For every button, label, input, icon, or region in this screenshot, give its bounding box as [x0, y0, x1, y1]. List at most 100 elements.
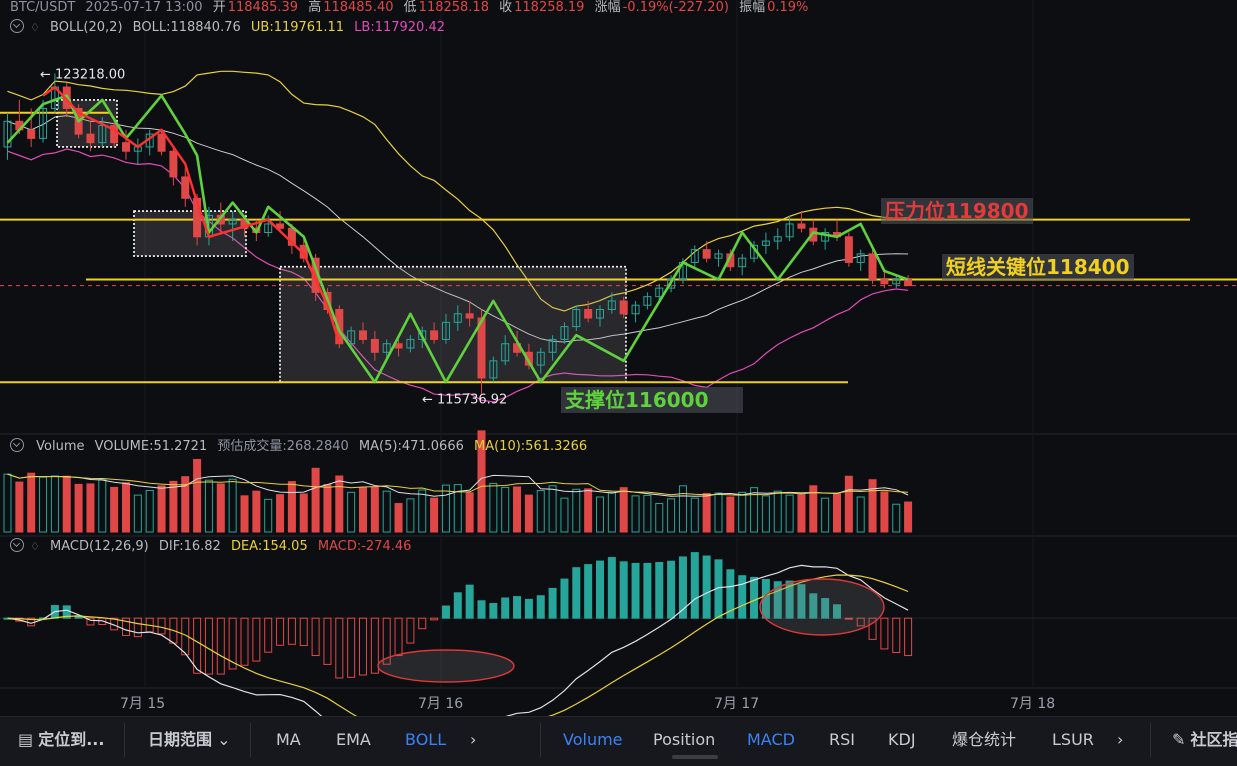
volume-bar [608, 492, 615, 532]
volume-bar [632, 496, 639, 532]
volume-bar [158, 486, 165, 532]
macd-histogram-bar [253, 618, 260, 661]
volume-bar [905, 502, 912, 532]
macd-histogram-bar [573, 568, 580, 618]
macd-histogram-bar [134, 618, 141, 636]
macd-value: MACD:-274.46 [318, 539, 412, 554]
indicator-liquidation[interactable]: 爆仓统计 [952, 717, 1016, 763]
macd-histogram-bar [490, 603, 497, 618]
volume-bar [691, 498, 698, 532]
volume-bar [217, 484, 224, 532]
high-value: 118485.40 [323, 0, 393, 15]
macd-histogram-bar [668, 561, 675, 618]
macd-histogram-bar [419, 618, 426, 629]
volume-bar [371, 487, 378, 532]
macd-histogram-bar [525, 599, 532, 618]
macd-histogram-bar [739, 576, 746, 618]
volume-bar [762, 496, 769, 532]
high-price-marker: ← 123218.00 [40, 67, 125, 82]
volume-bar [881, 492, 888, 532]
volume-bar [419, 490, 426, 532]
volume-bar [893, 504, 900, 532]
macd-histogram-bar [431, 618, 438, 620]
x-tick: 7月 18 [1010, 693, 1055, 713]
candle [360, 331, 367, 340]
volume-bar [822, 498, 829, 532]
x-tick: 7月 16 [418, 693, 463, 713]
change-value: -0.19%(-227.20) [623, 0, 729, 15]
macd-dif: DIF:16.82 [159, 539, 221, 554]
close-value: 118258.19 [514, 0, 584, 15]
volume-ma10: MA(10):561.3266 [474, 439, 587, 454]
volume-bar [490, 483, 497, 532]
x-tick: 7月 17 [714, 693, 759, 713]
date-range-button[interactable]: 日期范围 ⌄ [148, 717, 231, 763]
chevron-right-icon[interactable]: › [470, 717, 476, 763]
volume-bar [715, 493, 722, 532]
divider [124, 723, 125, 757]
highlight-ellipse [378, 650, 514, 682]
amp-value: 0.19% [767, 0, 808, 15]
macd-histogram-bar [703, 556, 710, 618]
volume-bar [4, 474, 11, 532]
volume-bar [134, 495, 141, 532]
volume-bar [549, 486, 556, 532]
volume-bar [739, 492, 746, 532]
candle [466, 314, 473, 318]
collapse-icon[interactable] [10, 538, 24, 552]
volume-bar [620, 488, 627, 532]
short-key-label: 短线关键位118400 [942, 254, 1134, 280]
candle [881, 280, 888, 284]
locate-button[interactable]: ▤ 定位到... [18, 717, 104, 763]
divider [250, 723, 251, 757]
macd-dea: DEA:154.05 [231, 539, 308, 554]
indicator-lsur[interactable]: LSUR [1052, 717, 1094, 763]
volume-bar [383, 491, 390, 532]
indicator-volume[interactable]: Volume [563, 717, 623, 763]
indicator-boll[interactable]: BOLL [405, 717, 446, 763]
collapse-icon[interactable] [10, 438, 24, 452]
candle [620, 301, 627, 314]
macd-histogram-bar [158, 618, 165, 634]
macd-histogram-bar [691, 553, 698, 619]
chart-canvas[interactable]: ← 123218.00← 115736.92 [0, 0, 1237, 716]
indicator-macd[interactable]: MACD [747, 717, 795, 763]
volume-bar [194, 459, 201, 532]
indicator-kdj[interactable]: KDJ [888, 717, 916, 763]
collapse-icon[interactable] [10, 19, 24, 33]
volume-bar [857, 497, 864, 532]
volume-header: Volume VOLUME:51.2721 预估成交量:268.2840 MA(… [0, 438, 593, 456]
open-value: 118485.39 [228, 0, 298, 15]
bell-icon[interactable]: ♢ [30, 21, 40, 34]
volume-ma5: MA(5):471.0666 [359, 439, 464, 454]
volume-bar [442, 485, 449, 532]
boll-mid: BOLL:118840.76 [133, 20, 241, 35]
volume-bar [502, 487, 509, 532]
indicator-rsi[interactable]: RSI [829, 717, 855, 763]
divider [1150, 723, 1151, 757]
chevron-right-icon[interactable]: › [1117, 717, 1123, 763]
scroll-handle[interactable] [672, 755, 718, 759]
volume-bar [668, 499, 675, 532]
x-tick: 7月 15 [120, 693, 165, 713]
macd-histogram-bar [656, 563, 663, 619]
candle [703, 250, 710, 259]
volume-bar [798, 495, 805, 532]
macd-histogram-bar [905, 618, 912, 655]
boll-header: ♢ BOLL(20,2) BOLL:118840.76 UB:119761.11… [0, 19, 451, 37]
volume-bar [288, 482, 295, 532]
bell-icon[interactable]: ♢ [30, 540, 40, 553]
community-label: 社区指 [1191, 730, 1237, 749]
volume-ma5-line [8, 474, 909, 496]
bottom-toolbar: ▤ 定位到... 日期范围 ⌄ MA EMA BOLL › Volume Pos… [0, 716, 1237, 766]
community-button[interactable]: ✎ 社区指 [1172, 717, 1237, 763]
volume-bar [395, 504, 402, 532]
indicator-ema[interactable]: EMA [336, 717, 371, 763]
low-value: 118258.18 [419, 0, 489, 15]
volume-bar [466, 493, 473, 532]
volume-bar [679, 486, 686, 532]
boll-name: BOLL(20,2) [50, 20, 123, 35]
volume-bar [348, 492, 355, 532]
indicator-ma[interactable]: MA [276, 717, 301, 763]
amp-label: 振幅 [739, 0, 765, 15]
